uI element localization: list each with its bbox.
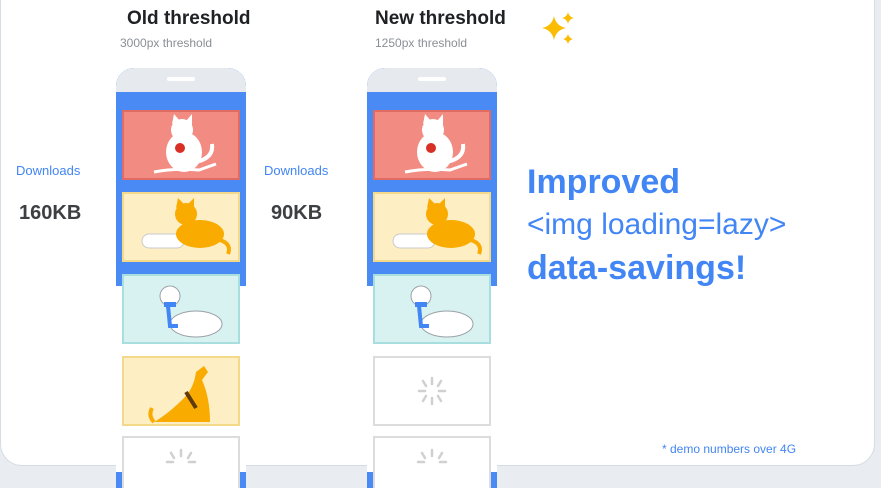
- cat-image-tile: [122, 110, 240, 180]
- dog-image-tile: [122, 274, 240, 344]
- loading-spinner-icon: [416, 448, 448, 464]
- new-threshold-title: New threshold: [375, 8, 506, 29]
- footnote: * demo numbers over 4G: [662, 442, 797, 456]
- headline: Improved <img loading=lazy> data-savings…: [527, 160, 786, 290]
- headline-line-2: <img loading=lazy>: [527, 208, 787, 241]
- loading-image-tile: [373, 436, 491, 488]
- howling-dog-icon: [148, 366, 210, 424]
- new-phone-tiles: [367, 68, 497, 488]
- headline-line-1: Improved: [527, 163, 681, 201]
- howling-dog-image-tile: [122, 356, 240, 426]
- old-downloads-label: Downloads: [16, 163, 81, 178]
- lying-cat-image-tile: [122, 192, 240, 262]
- cat-image-tile: [373, 110, 491, 180]
- new-downloads-value: 90KB: [271, 202, 323, 224]
- old-threshold-title: Old threshold: [127, 8, 251, 29]
- sitting-dog-icon: [159, 285, 223, 338]
- sitting-dog-icon: [410, 285, 474, 338]
- old-threshold-subtitle: 3000px threshold: [120, 36, 213, 50]
- old-phone-tiles: [116, 68, 246, 488]
- dog-image-tile: [373, 274, 491, 344]
- new-threshold-subtitle: 1250px threshold: [375, 36, 468, 50]
- lying-cat-image-tile: [373, 192, 491, 262]
- sparkle-icon: [542, 12, 574, 44]
- loading-image-tile: [373, 356, 491, 426]
- loading-spinner-icon: [165, 448, 197, 464]
- loading-spinner-icon: [417, 376, 447, 406]
- lying-cat-icon: [141, 198, 231, 255]
- cat-icon: [153, 114, 217, 174]
- new-downloads-label: Downloads: [264, 163, 329, 178]
- loading-image-tile: [122, 436, 240, 488]
- old-downloads-value: 160KB: [19, 202, 82, 224]
- headline-line-3: data-savings!: [527, 249, 747, 287]
- cat-icon: [404, 114, 468, 174]
- lying-cat-icon: [392, 198, 482, 255]
